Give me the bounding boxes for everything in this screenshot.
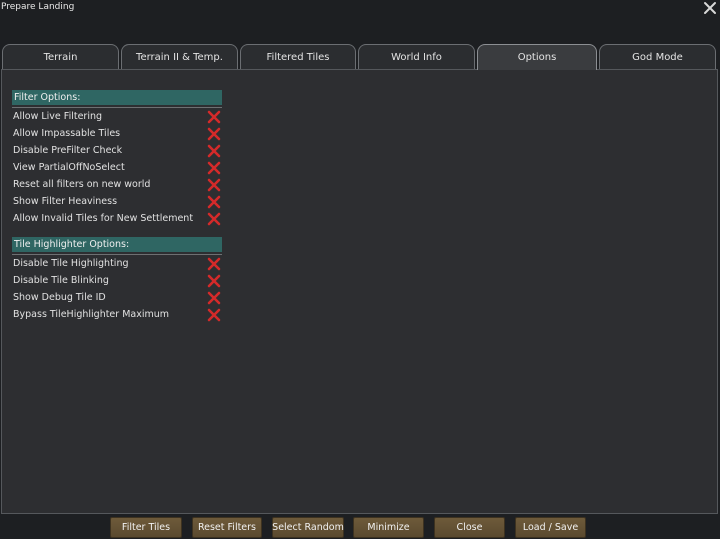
red-x-icon[interactable] (207, 291, 221, 305)
close-icon[interactable] (702, 0, 718, 16)
option-label: Disable Tile Highlighting (13, 258, 129, 269)
option-label: Reset all filters on new world (13, 179, 151, 190)
filter-tiles-button[interactable]: Filter Tiles (110, 517, 182, 538)
red-x-icon[interactable] (207, 144, 221, 158)
option-view-partial-off-no-select[interactable]: View PartialOffNoSelect (12, 161, 224, 177)
reset-filters-button[interactable]: Reset Filters (192, 517, 262, 538)
tab-terrain[interactable]: Terrain (2, 44, 119, 70)
red-x-icon[interactable] (207, 127, 221, 141)
options-panel: Filter Options: Allow Live Filtering All… (1, 69, 718, 514)
red-x-icon[interactable] (207, 257, 221, 271)
filter-options-header: Filter Options: (12, 90, 222, 105)
tab-terrain-ii-temp[interactable]: Terrain II & Temp. (121, 44, 238, 70)
close-button[interactable]: Close (434, 517, 505, 538)
option-label: View PartialOffNoSelect (13, 162, 125, 173)
option-disable-tile-blinking[interactable]: Disable Tile Blinking (12, 274, 224, 290)
filter-options-divider (12, 107, 222, 108)
red-x-icon[interactable] (207, 212, 221, 226)
option-label: Show Debug Tile ID (13, 292, 106, 303)
option-show-filter-heaviness[interactable]: Show Filter Heaviness (12, 195, 224, 211)
red-x-icon[interactable] (207, 178, 221, 192)
option-bypass-tilehighlighter-maximum[interactable]: Bypass TileHighlighter Maximum (12, 308, 224, 324)
tab-god-mode[interactable]: God Mode (599, 44, 716, 70)
red-x-icon[interactable] (207, 195, 221, 209)
option-reset-filters-new-world[interactable]: Reset all filters on new world (12, 178, 224, 194)
tile-highlighter-options-divider (12, 254, 222, 255)
window-title: Prepare Landing (1, 2, 75, 12)
tab-bar: Terrain Terrain II & Temp. Filtered Tile… (0, 44, 720, 70)
option-label: Disable PreFilter Check (13, 145, 123, 156)
option-label: Allow Invalid Tiles for New Settlement (13, 213, 194, 224)
tile-highlighter-options-header: Tile Highlighter Options: (12, 237, 222, 252)
option-allow-impassable-tiles[interactable]: Allow Impassable Tiles (12, 127, 224, 143)
select-random-button[interactable]: Select Random (272, 517, 344, 538)
red-x-icon[interactable] (207, 110, 221, 124)
red-x-icon[interactable] (207, 274, 221, 288)
tab-world-info[interactable]: World Info (358, 44, 475, 70)
footer-button-bar: Filter Tiles Reset Filters Select Random… (0, 517, 720, 539)
load-save-button[interactable]: Load / Save (515, 517, 586, 538)
tab-filtered-tiles[interactable]: Filtered Tiles (240, 44, 356, 70)
option-disable-prefilter-check[interactable]: Disable PreFilter Check (12, 144, 224, 160)
option-allow-live-filtering[interactable]: Allow Live Filtering (12, 110, 224, 126)
prepare-landing-window: Prepare Landing Terrain Terrain II & Tem… (0, 0, 720, 539)
option-label: Bypass TileHighlighter Maximum (13, 309, 170, 320)
option-label: Allow Live Filtering (13, 111, 103, 122)
tab-options[interactable]: Options (477, 44, 597, 70)
red-x-icon[interactable] (207, 308, 221, 322)
option-allow-invalid-tiles[interactable]: Allow Invalid Tiles for New Settlement (12, 212, 224, 228)
option-label: Disable Tile Blinking (13, 275, 109, 286)
option-show-debug-tile-id[interactable]: Show Debug Tile ID (12, 291, 224, 307)
option-label: Show Filter Heaviness (13, 196, 118, 207)
red-x-icon[interactable] (207, 161, 221, 175)
minimize-button[interactable]: Minimize (353, 517, 424, 538)
option-disable-tile-highlighting[interactable]: Disable Tile Highlighting (12, 257, 224, 273)
option-label: Allow Impassable Tiles (13, 128, 121, 139)
